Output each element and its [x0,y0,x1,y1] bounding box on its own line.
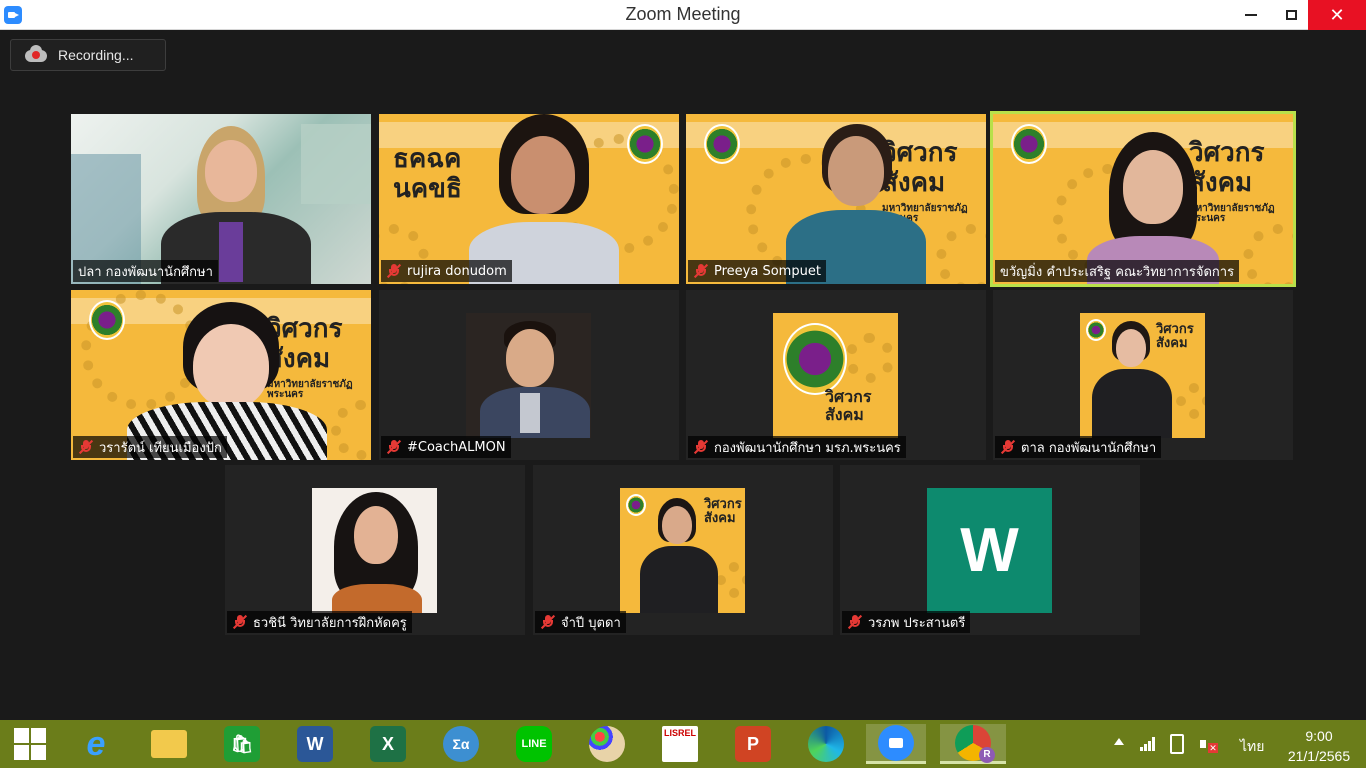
windows-taskbar: e 🛍 W X Σα LINE LISREL P R ✕ ไทย 9:00 21… [0,720,1366,768]
start-button[interactable] [0,724,60,764]
participant-tile-active-speaker[interactable]: วิศวกร สังคม มหาวิทยาลัยราชภัฏพระนคร ขวั… [990,111,1296,287]
taskbar-internet-explorer[interactable]: e [66,724,126,764]
mic-muted-icon [1000,439,1016,455]
participant-video: ธคฉค นคขธิ [379,114,679,284]
close-icon: ✕ [1329,4,1345,26]
participant-tile[interactable]: W วรภพ ประสานตรี [840,465,1140,635]
lisrel-icon: LISREL [662,726,698,762]
taskbar-excel[interactable]: X [358,724,418,764]
participant-tile[interactable]: วิศวกร สังคม ตาล กองพัฒนานักศึกษา [993,290,1293,460]
chrome-icon: R [955,724,995,763]
network-icon[interactable] [1140,737,1156,751]
participant-photo: วิศวกร สังคม [1080,313,1205,438]
mic-muted-icon [78,439,94,455]
participant-name: #CoachALMON [381,436,511,458]
participant-tile[interactable]: ธวชินี วิทยาลัยการฝึกหัดครู [225,465,525,635]
store-icon: 🛍 [224,726,260,762]
taskbar-powerpoint[interactable]: P [723,724,783,764]
powerpoint-icon: P [735,726,771,762]
input-language[interactable]: ไทย [1240,736,1264,758]
word-icon: W [297,726,333,762]
clock-date: 21/1/2565 [1287,748,1351,764]
window-title: Zoom Meeting [625,4,741,24]
title-bar: Zoom Meeting ✕ [0,0,1366,30]
participant-name: ปลา กองพัฒนานักศึกษา [73,260,218,282]
recording-indicator[interactable]: Recording... [10,39,166,71]
mic-muted-icon [386,263,402,279]
mic-muted-icon [386,439,402,455]
participant-name: ตาล กองพัฒนานักศึกษา [995,436,1162,458]
taskbar-chrome[interactable]: R [940,724,1006,764]
participant-name: ขวัญมิ่ง คำประเสริฐ คณะวิทยาการจัดการ [995,260,1240,282]
volume-muted-icon[interactable]: ✕ [1200,735,1218,753]
participant-photo: วิศวกร สังคม [773,313,898,438]
participant-tile[interactable]: วิศวกร สังคม มหาวิทยาลัยราชภัฏพระนคร วรา… [71,290,371,460]
university-logo [704,124,740,164]
participant-tile[interactable]: วิศวกร สังคม จำปี บุตดา [533,465,833,635]
math-icon: Σα [443,726,479,762]
clock[interactable]: 9:00 21/1/2565 [1280,726,1358,766]
mic-muted-icon [847,614,863,630]
mic-muted-icon [693,263,709,279]
recording-label: Recording... [58,47,134,63]
maximize-icon [1285,10,1297,20]
minimize-icon [1245,14,1257,16]
taskbar-paint[interactable] [577,724,637,764]
mic-muted-icon [540,614,556,630]
participant-tile[interactable]: #CoachALMON [379,290,679,460]
participant-name: จำปี บุตดา [535,611,626,633]
taskbar-math[interactable]: Σα [431,724,491,764]
participant-photo: วิศวกร สังคม [620,488,745,613]
profile-badge: R [979,746,995,763]
clock-time: 9:00 [1305,728,1333,744]
participant-photo [466,313,591,438]
participant-video: วิศวกร สังคม มหาวิทยาลัยราชภัฏพระนคร [686,114,986,284]
participant-name: วรารัตน์ เทียนเมืองปัก [73,436,227,458]
taskbar-zoom[interactable] [866,724,926,764]
participant-tile[interactable]: วิศวกร สังคม กองพัฒนานักศึกษา มรภ.พระนคร [686,290,986,460]
mic-muted-icon [232,614,248,630]
taskbar-word[interactable]: W [285,724,345,764]
participant-name: rujira donudom [381,260,512,282]
university-logo [89,300,125,340]
participant-name: กองพัฒนานักศึกษา มรภ.พระนคร [688,436,906,458]
taskbar-store[interactable]: 🛍 [212,724,272,764]
ie-icon: e [86,724,106,763]
edge-icon [808,726,844,762]
taskbar-line[interactable]: LINE [504,724,564,764]
zoom-icon [878,724,914,761]
excel-icon: X [370,726,406,762]
show-hidden-icons-icon[interactable] [1114,738,1124,745]
participant-video: วิศวกร สังคม มหาวิทยาลัยราชภัฏพระนคร [71,290,371,460]
participant-name: ธวชินี วิทยาลัยการฝึกหัดครู [227,611,412,633]
battery-icon[interactable] [1170,734,1184,754]
participant-photo [312,488,437,613]
participant-avatar: W [927,488,1052,613]
participant-name: วรภพ ประสานตรี [842,611,971,633]
paint-icon [589,726,625,762]
mic-muted-icon [693,439,709,455]
university-logo [1011,124,1047,164]
cloud-recording-icon [25,45,47,62]
taskbar-lisrel[interactable]: LISREL [650,724,710,764]
line-icon: LINE [516,726,552,762]
participant-name: Preeya Sompuet [688,260,826,282]
participant-video: วิศวกร สังคม มหาวิทยาลัยราชภัฏพระนคร [993,114,1293,284]
participant-tile[interactable]: ธคฉค นคขธิ rujira donudom [379,114,679,284]
taskbar-edge[interactable] [796,724,856,764]
close-button[interactable]: ✕ [1308,0,1366,30]
participant-tile[interactable]: ปลา กองพัฒนานักศึกษา [71,114,371,284]
folder-icon [151,730,187,758]
university-logo [783,323,847,395]
university-logo [627,124,663,164]
windows-icon [14,728,46,760]
taskbar-file-explorer[interactable] [139,724,199,764]
participant-tile[interactable]: วิศวกร สังคม มหาวิทยาลัยราชภัฏพระนคร Pre… [686,114,986,284]
participant-video [71,114,371,284]
